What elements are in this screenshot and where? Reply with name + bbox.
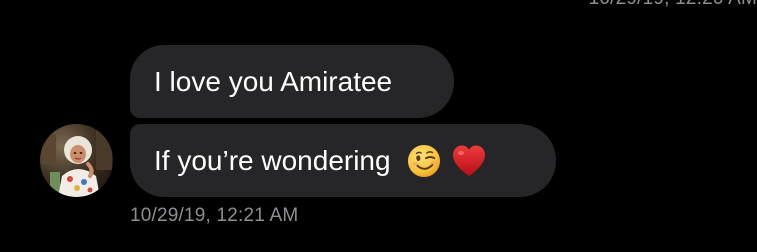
message-bubble[interactable]: If you’re wondering — [130, 124, 556, 197]
message-text: If you’re wondering — [154, 144, 391, 176]
emoji-group — [407, 144, 487, 178]
top-timestamp: 10/29/19, 12:20 AM — [589, 0, 757, 10]
avatar-photo — [40, 124, 113, 197]
message-bubble[interactable]: I love you Amiratee — [130, 45, 454, 118]
winking-face-icon — [407, 144, 440, 177]
message-text: I love you Amiratee — [154, 65, 393, 97]
avatar[interactable] — [40, 124, 113, 197]
red-heart-icon — [452, 145, 485, 176]
bottom-timestamp: 10/29/19, 12:21 AM — [130, 205, 299, 226]
